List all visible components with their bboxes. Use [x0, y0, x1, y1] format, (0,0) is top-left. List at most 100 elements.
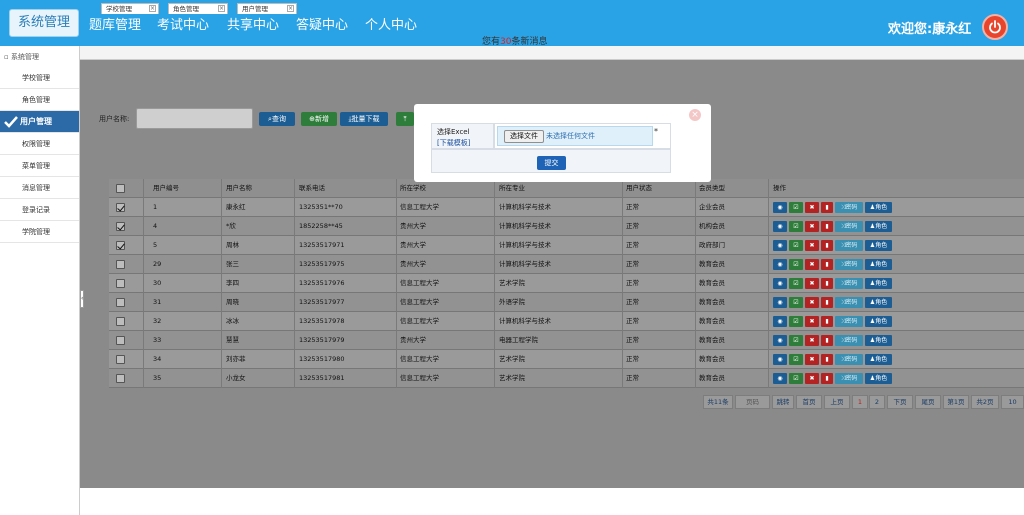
assign-role-button[interactable]: ♟角色 — [865, 221, 892, 232]
reset-password-button[interactable]: ⤨密码 — [835, 354, 863, 365]
sidebar-item-message[interactable]: 消息管理 — [0, 177, 79, 199]
sidebar-item-user[interactable]: 用户管理 — [0, 111, 79, 133]
view-button[interactable]: ◉ — [773, 335, 787, 346]
delete-button[interactable]: ✖ — [805, 202, 819, 213]
tab-close-icon[interactable]: × — [149, 5, 156, 12]
sidebar-item-login-log[interactable]: 登录记录 — [0, 199, 79, 221]
delete-button[interactable]: ✖ — [805, 316, 819, 327]
assign-role-button[interactable]: ♟角色 — [865, 316, 892, 327]
row-checkbox[interactable] — [116, 317, 125, 326]
reset-password-button[interactable]: ⤨密码 — [835, 259, 863, 270]
edit-button[interactable]: ☑ — [789, 202, 803, 213]
view-button[interactable]: ◉ — [773, 373, 787, 384]
bulk-download-button[interactable]: ⤓批量下载 — [340, 112, 388, 126]
reset-password-button[interactable]: ⤨密码 — [835, 278, 863, 289]
reset-password-button[interactable]: ⤨密码 — [835, 335, 863, 346]
trash-button[interactable]: ▮ — [821, 354, 833, 365]
tab-role[interactable]: 角色管理 × — [168, 3, 228, 14]
sidebar-item-menu[interactable]: 菜单管理 — [0, 155, 79, 177]
delete-button[interactable]: ✖ — [805, 278, 819, 289]
assign-role-button[interactable]: ♟角色 — [865, 354, 892, 365]
trash-button[interactable]: ▮ — [821, 221, 833, 232]
view-button[interactable]: ◉ — [773, 278, 787, 289]
assign-role-button[interactable]: ♟角色 — [865, 202, 892, 213]
import-button[interactable]: ⤒ — [396, 112, 414, 126]
trash-button[interactable]: ▮ — [821, 373, 833, 384]
choose-file-button[interactable]: 选择文件 — [504, 130, 544, 143]
reset-password-button[interactable]: ⤨密码 — [835, 240, 863, 251]
tab-school[interactable]: 学校管理 × — [101, 3, 159, 14]
view-button[interactable]: ◉ — [773, 297, 787, 308]
pager-first[interactable]: 首页 — [796, 395, 822, 409]
reset-password-button[interactable]: ⤨密码 — [835, 316, 863, 327]
row-checkbox[interactable] — [116, 260, 125, 269]
assign-role-button[interactable]: ♟角色 — [865, 297, 892, 308]
user-name-search-input[interactable] — [136, 108, 253, 129]
nav-question-bank[interactable]: 题库管理 — [89, 14, 141, 33]
pager-page-1[interactable]: 1 — [852, 395, 868, 409]
pager-next[interactable]: 下页 — [887, 395, 913, 409]
nav-qa-center[interactable]: 答疑中心 — [296, 14, 348, 33]
row-checkbox[interactable] — [116, 222, 125, 231]
nav-system-management[interactable]: 系统管理 — [9, 9, 79, 37]
delete-button[interactable]: ✖ — [805, 240, 819, 251]
assign-role-button[interactable]: ♟角色 — [865, 259, 892, 270]
reset-password-button[interactable]: ⤨密码 — [835, 373, 863, 384]
reset-password-button[interactable]: ⤨密码 — [835, 202, 863, 213]
row-checkbox[interactable] — [116, 279, 125, 288]
assign-role-button[interactable]: ♟角色 — [865, 240, 892, 251]
trash-button[interactable]: ▮ — [821, 240, 833, 251]
pager-prev[interactable]: 上页 — [824, 395, 850, 409]
nav-personal-center[interactable]: 个人中心 — [365, 14, 417, 33]
pager-last[interactable]: 尾页 — [915, 395, 941, 409]
edit-button[interactable]: ☑ — [789, 278, 803, 289]
tab-close-icon[interactable]: × — [218, 5, 225, 12]
pager-page-2[interactable]: 2 — [869, 395, 885, 409]
add-button[interactable]: ⊕新增 — [301, 112, 337, 126]
select-all-checkbox[interactable] — [116, 184, 125, 193]
delete-button[interactable]: ✖ — [805, 335, 819, 346]
edit-button[interactable]: ☑ — [789, 373, 803, 384]
nav-exam-center[interactable]: 考试中心 — [157, 14, 209, 33]
edit-button[interactable]: ☑ — [789, 316, 803, 327]
submit-button[interactable]: 提交 — [537, 156, 566, 170]
row-checkbox[interactable] — [116, 241, 125, 250]
download-template-link[interactable]: [下载模板] — [437, 138, 470, 148]
pager-page-input[interactable]: 页码 — [735, 395, 770, 409]
assign-role-button[interactable]: ♟角色 — [865, 335, 892, 346]
row-checkbox[interactable] — [116, 298, 125, 307]
view-button[interactable]: ◉ — [773, 354, 787, 365]
reset-password-button[interactable]: ⤨密码 — [835, 297, 863, 308]
edit-button[interactable]: ☑ — [789, 259, 803, 270]
view-button[interactable]: ◉ — [773, 240, 787, 251]
edit-button[interactable]: ☑ — [789, 297, 803, 308]
trash-button[interactable]: ▮ — [821, 202, 833, 213]
delete-button[interactable]: ✖ — [805, 259, 819, 270]
tab-close-icon[interactable]: × — [287, 5, 294, 12]
delete-button[interactable]: ✖ — [805, 221, 819, 232]
view-button[interactable]: ◉ — [773, 316, 787, 327]
view-button[interactable]: ◉ — [773, 259, 787, 270]
delete-button[interactable]: ✖ — [805, 354, 819, 365]
trash-button[interactable]: ▮ — [821, 316, 833, 327]
trash-button[interactable]: ▮ — [821, 278, 833, 289]
nav-share-center[interactable]: 共享中心 — [227, 14, 279, 33]
reset-password-button[interactable]: ⤨密码 — [835, 221, 863, 232]
assign-role-button[interactable]: ♟角色 — [865, 278, 892, 289]
trash-button[interactable]: ▮ — [821, 335, 833, 346]
tab-user[interactable]: 用户管理 × — [237, 3, 297, 14]
row-checkbox[interactable] — [116, 336, 125, 345]
row-checkbox[interactable] — [116, 203, 125, 212]
row-checkbox[interactable] — [116, 374, 125, 383]
view-button[interactable]: ◉ — [773, 221, 787, 232]
edit-button[interactable]: ☑ — [789, 354, 803, 365]
sidebar-item-role[interactable]: 角色管理 — [0, 89, 79, 111]
edit-button[interactable]: ☑ — [789, 221, 803, 232]
edit-button[interactable]: ☑ — [789, 240, 803, 251]
sidebar-item-school[interactable]: 学校管理 — [0, 67, 79, 89]
sidebar-item-college[interactable]: 学院管理 — [0, 221, 79, 243]
view-button[interactable]: ◉ — [773, 202, 787, 213]
row-checkbox[interactable] — [116, 355, 125, 364]
delete-button[interactable]: ✖ — [805, 297, 819, 308]
delete-button[interactable]: ✖ — [805, 373, 819, 384]
